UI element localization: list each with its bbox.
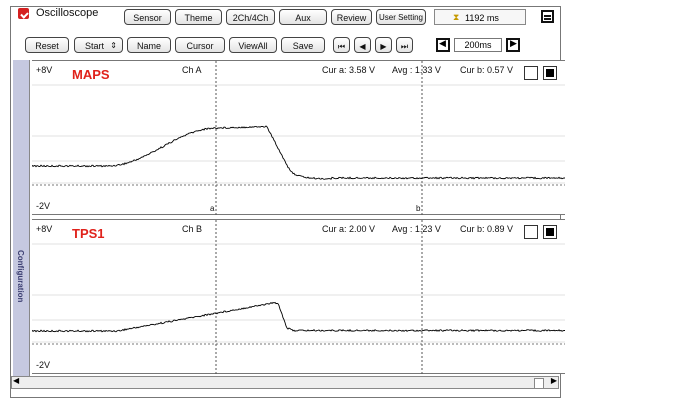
sensor-button[interactable]: Sensor [124, 9, 171, 25]
last-frame-button[interactable]: ⏭ [396, 37, 413, 53]
skip-forward-icon: ⏭ [400, 42, 409, 51]
channel-selected-checkbox[interactable] [543, 66, 557, 80]
prev-frame-button[interactable]: ◀ [354, 37, 371, 53]
app-title: Oscilloscope [36, 7, 99, 19]
top-voltage-label: +8V [36, 65, 53, 75]
channel-selected-checkbox[interactable] [543, 225, 557, 239]
arrow-left-icon: ◀ [439, 38, 446, 48]
name-button[interactable]: Name [127, 37, 171, 53]
timebase-decrease-button[interactable]: ◀ [436, 38, 450, 52]
play-right-icon: ▶ [380, 42, 387, 51]
arrow-right-icon: ▶ [510, 38, 517, 48]
scroll-right-icon[interactable]: ▶ [551, 376, 557, 385]
scroll-left-icon[interactable]: ◀ [13, 376, 19, 385]
waveform-trace [32, 125, 565, 180]
cursor-a-readout: Cur a: 3.58 V [322, 65, 376, 75]
horizontal-scrollbar[interactable]: ◀ ▶ [11, 376, 559, 389]
hourglass-icon: ⧗ [453, 12, 460, 22]
scroll-thumb[interactable] [534, 378, 544, 389]
channel-b-panel: +8V TPS1 Ch B Cur a: 2.00 V Avg : 1.23 V… [32, 219, 565, 375]
configuration-sidebar[interactable]: Configuration [13, 60, 30, 376]
first-frame-button[interactable]: ⏮ [333, 37, 350, 53]
timebase-increase-button[interactable]: ▶ [506, 38, 520, 52]
next-frame-button[interactable]: ▶ [375, 37, 392, 53]
window-menu-icon[interactable] [541, 10, 554, 23]
signal-name: MAPS [72, 67, 110, 82]
view-all-button[interactable]: ViewAll [229, 37, 277, 53]
cursor-a-marker[interactable]: a [210, 204, 214, 213]
cursor-b-marker[interactable]: b [416, 204, 420, 213]
waveform-trace [32, 301, 565, 333]
channel-checkbox[interactable] [524, 225, 538, 239]
channel-b-plot [32, 220, 565, 375]
reset-button[interactable]: Reset [25, 37, 69, 53]
channel-a-plot [32, 61, 565, 216]
start-button[interactable]: Start ⇕ [74, 37, 123, 53]
theme-button[interactable]: Theme [175, 9, 222, 25]
channel-checkbox[interactable] [524, 66, 538, 80]
sidebar-label: Configuration [16, 250, 25, 303]
channel-label: Ch B [182, 224, 203, 234]
average-readout: Avg : 1.33 V [392, 65, 441, 75]
signal-name: TPS1 [72, 226, 105, 241]
elapsed-time-display: ⧗ 1192 ms [434, 9, 526, 25]
elapsed-time-value: 1192 ms [465, 13, 499, 23]
average-readout: Avg : 1.23 V [392, 224, 441, 234]
bottom-voltage-label: -2V [36, 360, 51, 370]
timebase-value[interactable]: 200ms [454, 38, 502, 52]
channel-a-panel: +8V MAPS Ch A Cur a: 3.58 V Avg : 1.33 V… [32, 60, 565, 216]
review-button[interactable]: Review [331, 9, 372, 25]
up-down-arrow-icon: ⇕ [110, 41, 117, 50]
bottom-voltage-label: -2V [36, 201, 51, 211]
play-left-icon: ◀ [359, 42, 366, 51]
cursor-b-readout: Cur b: 0.57 V [460, 65, 514, 75]
cursor-button[interactable]: Cursor [175, 37, 225, 53]
aux-button[interactable]: Aux [279, 9, 327, 25]
top-voltage-label: +8V [36, 224, 53, 234]
save-button[interactable]: Save [281, 37, 325, 53]
user-setting-button[interactable]: User Setting [376, 9, 426, 25]
channel-label: Ch A [182, 65, 202, 75]
app-menu-icon[interactable] [18, 8, 29, 19]
skip-back-icon: ⏮ [337, 42, 346, 51]
cursor-a-readout: Cur a: 2.00 V [322, 224, 376, 234]
start-button-label: Start [85, 41, 105, 51]
channel-mode-button[interactable]: 2Ch/4Ch [226, 9, 275, 25]
cursor-b-readout: Cur b: 0.89 V [460, 224, 514, 234]
